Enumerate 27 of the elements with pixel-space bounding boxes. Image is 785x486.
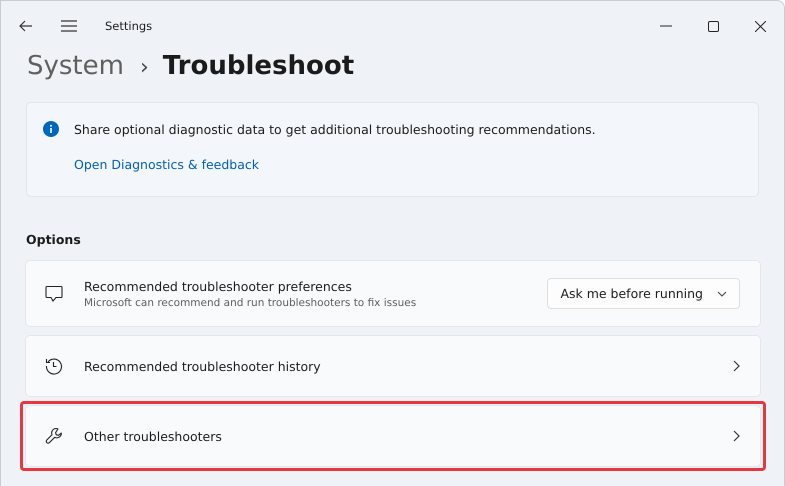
breadcrumb-separator: › <box>140 55 149 80</box>
page-title: Troubleshoot <box>162 51 354 81</box>
minimize-icon <box>660 25 672 27</box>
row-title: Recommended troubleshooter preferences <box>84 278 353 294</box>
menu-icon <box>61 20 77 32</box>
row-title: Other troubleshooters <box>84 428 223 444</box>
chevron-icon <box>733 360 740 372</box>
settings-row[interactable]: Recommended troubleshooter preferences Microsoft can recommend and run troubleshooters to fix issues Ask me before running <box>25 260 761 327</box>
chevron-icon <box>733 430 740 442</box>
back-arrow-icon <box>19 20 33 32</box>
settings-row[interactable]: Recommended troubleshooter history <box>25 335 761 397</box>
maximize-icon <box>708 20 718 32</box>
speech-bubble-icon <box>45 284 63 302</box>
breadcrumb-link[interactable]: System <box>27 51 124 81</box>
wrench-icon <box>45 427 63 445</box>
row-title: Recommended troubleshooter history <box>84 358 322 374</box>
settings-row[interactable]: Other troubleshooters <box>25 405 761 467</box>
row-description: Microsoft can recommend and run troubleshooters to fix issues <box>84 296 418 308</box>
info-message: Share optional diagnostic data to get additional troubleshooting recommendations. <box>74 122 596 136</box>
window-title: Settings <box>105 19 152 33</box>
section-heading: Options <box>26 232 82 249</box>
info-icon <box>43 121 59 137</box>
close-icon <box>754 20 766 32</box>
history-icon <box>45 357 63 375</box>
preference-dropdown[interactable]: Ask me before running <box>547 278 740 309</box>
caret-icon <box>717 290 727 296</box>
diagnostics-link[interactable]: Open Diagnostics & feedback <box>74 157 260 172</box>
